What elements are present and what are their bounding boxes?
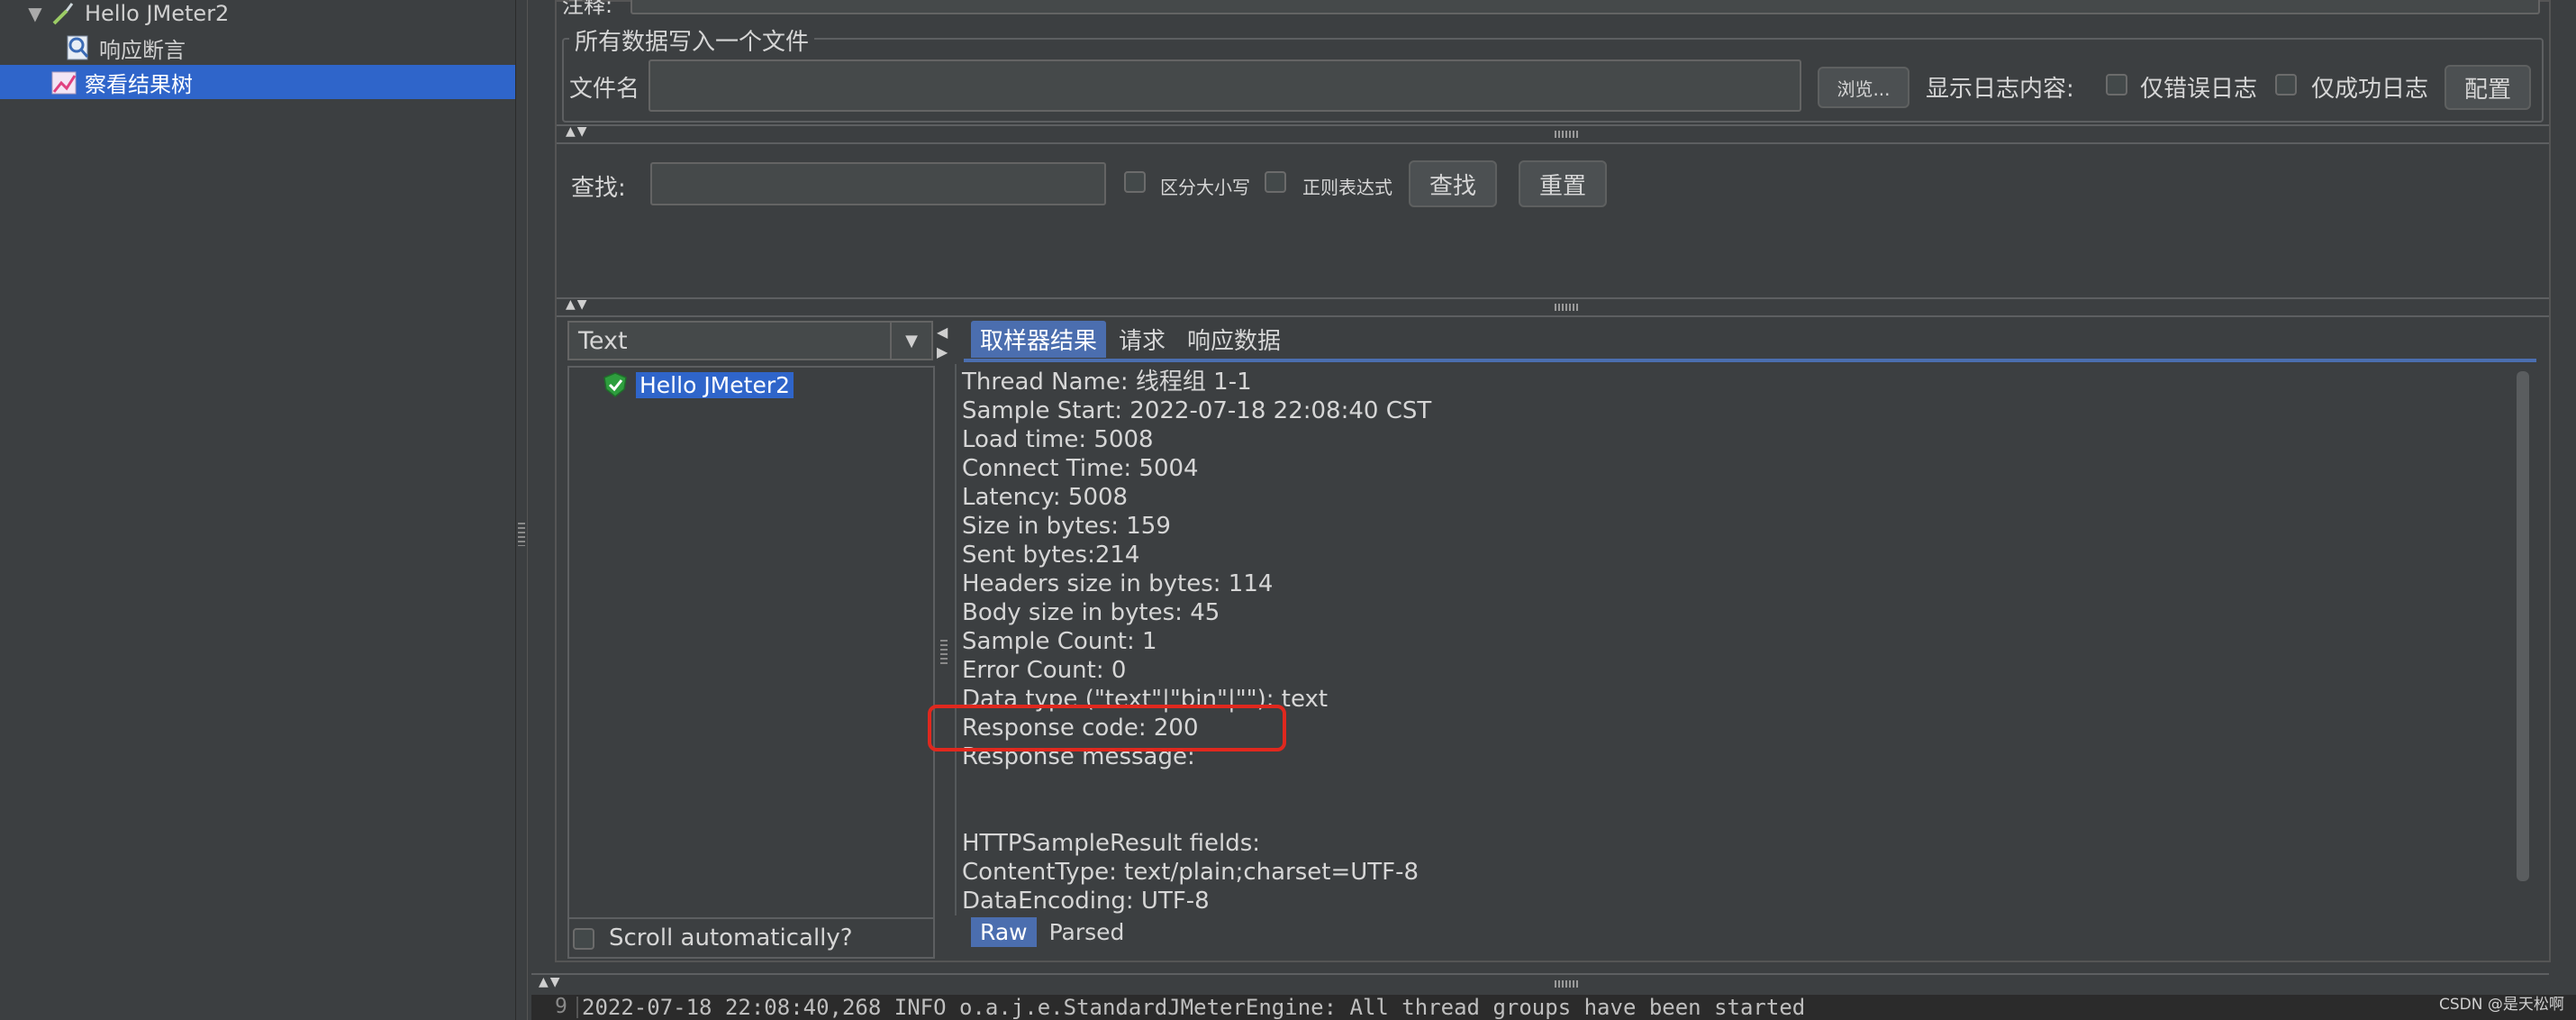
case-sensitive-checkbox[interactable]: [1124, 171, 1146, 193]
split-divider[interactable]: [531, 973, 2549, 993]
renderer-select[interactable]: Text ▼: [567, 321, 933, 360]
result-line: Headers size in bytes: 114: [962, 570, 1274, 597]
raw-parsed-tabs: Raw Parsed: [971, 917, 1133, 947]
filename-input[interactable]: [649, 59, 1801, 112]
tree-item-label: 响应断言: [99, 37, 186, 63]
result-tree-item[interactable]: Hello JMeter2: [602, 371, 794, 398]
divider-line: [557, 315, 2549, 317]
case-sensitive-label: 区分大小写: [1160, 177, 1250, 198]
result-line: ContentType: text/plain;charset=UTF-8: [962, 859, 1420, 886]
tab-response-data[interactable]: 响应数据: [1178, 321, 1290, 358]
result-line: HTTPSampleResult fields:: [962, 830, 1261, 857]
scroll-auto-label: Scroll automatically?: [609, 924, 853, 952]
result-line: [962, 771, 1431, 800]
log-panel: 9 2022-07-18 22:08:40,268 INFO o.a.j.e.S…: [531, 995, 2576, 1020]
result-line: Connect Time: 5004: [962, 455, 1199, 482]
log-line-text: 2022-07-18 22:08:40,268 INFO o.a.j.e.Sta…: [582, 995, 1806, 1020]
divider-grip[interactable]: [1555, 131, 1580, 138]
reset-button[interactable]: 重置: [1519, 160, 1607, 207]
result-line: Load time: 5008: [962, 426, 1154, 453]
dropper-icon: [52, 3, 74, 25]
comment-input[interactable]: [630, 0, 2540, 14]
regex-checkbox[interactable]: [1265, 171, 1286, 193]
chevron-down-icon[interactable]: ▼: [890, 323, 931, 359]
result-tabs: 取样器结果 请求 响应数据: [971, 321, 1290, 358]
result-line: Sent bytes:214: [962, 542, 1140, 569]
search-label: 查找:: [571, 175, 626, 202]
collapse-arrows-icon[interactable]: ▲▼: [566, 297, 589, 312]
inner-splitter-grip[interactable]: [940, 640, 948, 667]
filename-label: 文件名: [569, 76, 640, 103]
tree-item-label: 察看结果树: [85, 66, 193, 98]
log-gutter: [576, 997, 578, 1018]
magnifier-assertion-icon: [67, 35, 89, 60]
tree-item-label: Hello JMeter2: [85, 1, 230, 26]
tab-request[interactable]: 请求: [1110, 321, 1175, 358]
response-code-highlight: [928, 705, 1286, 751]
result-line: Latency: 5008: [962, 484, 1129, 511]
collapse-left-right-icon[interactable]: ◀ ▶: [937, 323, 949, 362]
collapse-arrows-icon[interactable]: ▲▼: [539, 975, 562, 989]
split-divider[interactable]: [557, 124, 2549, 144]
result-line: Size in bytes: 159: [962, 513, 1171, 540]
collapse-arrows-icon[interactable]: ▲▼: [566, 124, 589, 139]
chart-listener-icon: [51, 71, 77, 95]
sampler-result-text[interactable]: Thread Name: 线程组 1-1 Sample Start: 2022-0…: [955, 364, 2538, 915]
success-shield-icon: [603, 372, 627, 397]
renderer-selected: Text: [578, 326, 628, 355]
divider-grip[interactable]: [1555, 304, 1580, 311]
scrollbar-thumb[interactable]: [2517, 371, 2529, 881]
split-divider[interactable]: [557, 297, 2549, 317]
tree-item-assertion[interactable]: 响应断言: [0, 31, 515, 65]
log-line-number: 9: [555, 995, 567, 1018]
divider-grip[interactable]: [1555, 980, 1580, 988]
sampler-result-lines: Thread Name: 线程组 1-1 Sample Start: 2022-0…: [962, 368, 1431, 915]
file-fieldset-legend: 所有数据写入一个文件: [569, 23, 815, 57]
log-display-label: 显示日志内容:: [1926, 76, 2074, 103]
config-button[interactable]: 配置: [2444, 65, 2531, 110]
result-tree-item-label: Hello JMeter2: [636, 371, 794, 398]
errors-only-checkbox[interactable]: [2106, 74, 2127, 96]
result-line: [962, 800, 1431, 829]
splitter-grip[interactable]: [518, 523, 525, 546]
tab-parsed[interactable]: Parsed: [1040, 917, 1134, 947]
tree-item-hello-jmeter[interactable]: ▼ Hello JMeter2: [0, 0, 515, 31]
find-button[interactable]: 查找: [1409, 160, 1497, 207]
main-splitter[interactable]: [515, 0, 528, 1020]
result-line: Error Count: 0: [962, 657, 1127, 684]
scroll-auto-checkbox[interactable]: [573, 928, 594, 950]
tree-item-view-results-tree[interactable]: 察看结果树: [0, 65, 515, 99]
result-line: Sample Count: 1: [962, 628, 1157, 655]
success-only-label: 仅成功日志: [2311, 76, 2429, 103]
tab-underline: [964, 359, 2536, 362]
csdn-watermark: CSDN @是天松啊: [2439, 996, 2564, 1014]
tab-raw[interactable]: Raw: [971, 917, 1037, 947]
errors-only-label: 仅错误日志: [2140, 76, 2258, 103]
search-input[interactable]: [650, 162, 1106, 205]
test-plan-tree: ▼ Hello JMeter2 响应断言 察看结果树: [0, 0, 515, 1020]
tab-sampler-result[interactable]: 取样器结果: [971, 321, 1107, 358]
success-only-checkbox[interactable]: [2275, 74, 2297, 96]
expand-triangle-icon[interactable]: ▼: [25, 3, 45, 24]
result-tree-panel: Hello JMeter2: [567, 366, 935, 919]
result-line: Body size in bytes: 45: [962, 599, 1220, 626]
vertical-scrollbar[interactable]: [2513, 368, 2533, 883]
result-line: Thread Name: 线程组 1-1: [962, 369, 1252, 396]
result-line: Sample Start: 2022-07-18 22:08:40 CST: [962, 397, 1432, 424]
result-line: DataEncoding: UTF-8: [962, 888, 1210, 915]
comment-label: 注释:: [562, 0, 613, 18]
browse-button[interactable]: 浏览...: [1818, 67, 1909, 108]
divider-line: [557, 142, 2549, 144]
regex-label: 正则表达式: [1302, 177, 1392, 198]
